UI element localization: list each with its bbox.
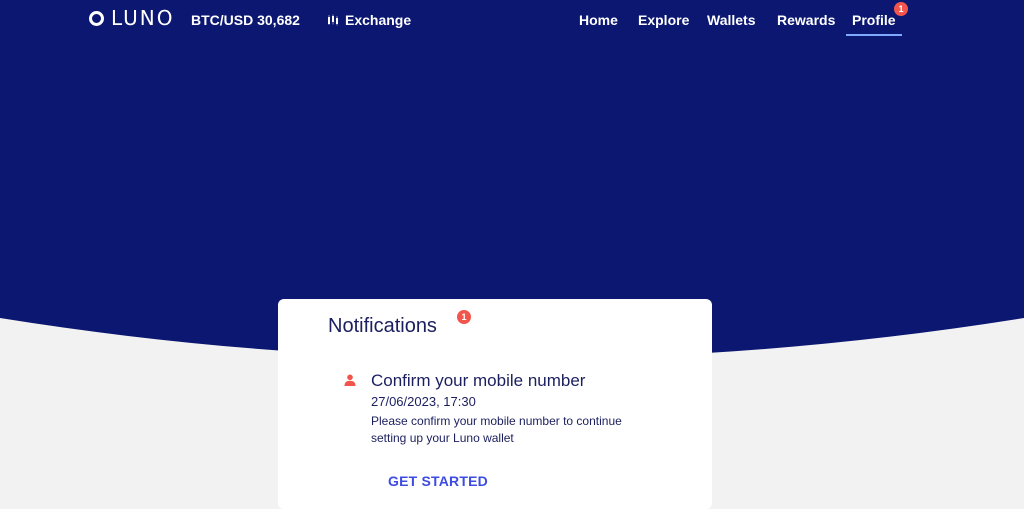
logo-ring-icon bbox=[89, 10, 104, 26]
notification-title: Confirm your mobile number bbox=[371, 371, 586, 390]
nav-home[interactable]: Home bbox=[579, 12, 618, 28]
notifications-count-badge: 1 bbox=[457, 310, 471, 324]
nav-rewards[interactable]: Rewards bbox=[777, 12, 835, 28]
notifications-title: Notifications bbox=[328, 315, 437, 337]
luno-logo[interactable]: LUNO bbox=[89, 8, 175, 28]
get-started-button[interactable]: GET STARTED bbox=[388, 473, 488, 489]
btc-usd-ticker[interactable]: BTC/USD 30,682 bbox=[191, 12, 300, 28]
exchange-link[interactable]: Exchange bbox=[327, 12, 411, 28]
notifications-card: Notifications 1 Confirm your mobile numb… bbox=[278, 299, 712, 509]
exchange-label: Exchange bbox=[345, 12, 412, 28]
top-navigation-bar: LUNO BTC/USD 30,682 Exchange Home Explor… bbox=[0, 0, 1024, 40]
notification-date: 27/06/2023, 17:30 bbox=[371, 394, 476, 409]
nav-explore[interactable]: Explore bbox=[638, 12, 689, 28]
nav-wallets[interactable]: Wallets bbox=[707, 12, 756, 28]
notification-body: Please confirm your mobile number to con… bbox=[371, 414, 622, 445]
person-icon bbox=[344, 374, 356, 386]
logo-text: LUNO bbox=[111, 6, 175, 30]
nav-profile[interactable]: Profile bbox=[852, 12, 896, 28]
candlestick-icon bbox=[328, 14, 338, 26]
active-nav-indicator bbox=[846, 34, 902, 36]
profile-notification-badge: 1 bbox=[894, 2, 908, 16]
